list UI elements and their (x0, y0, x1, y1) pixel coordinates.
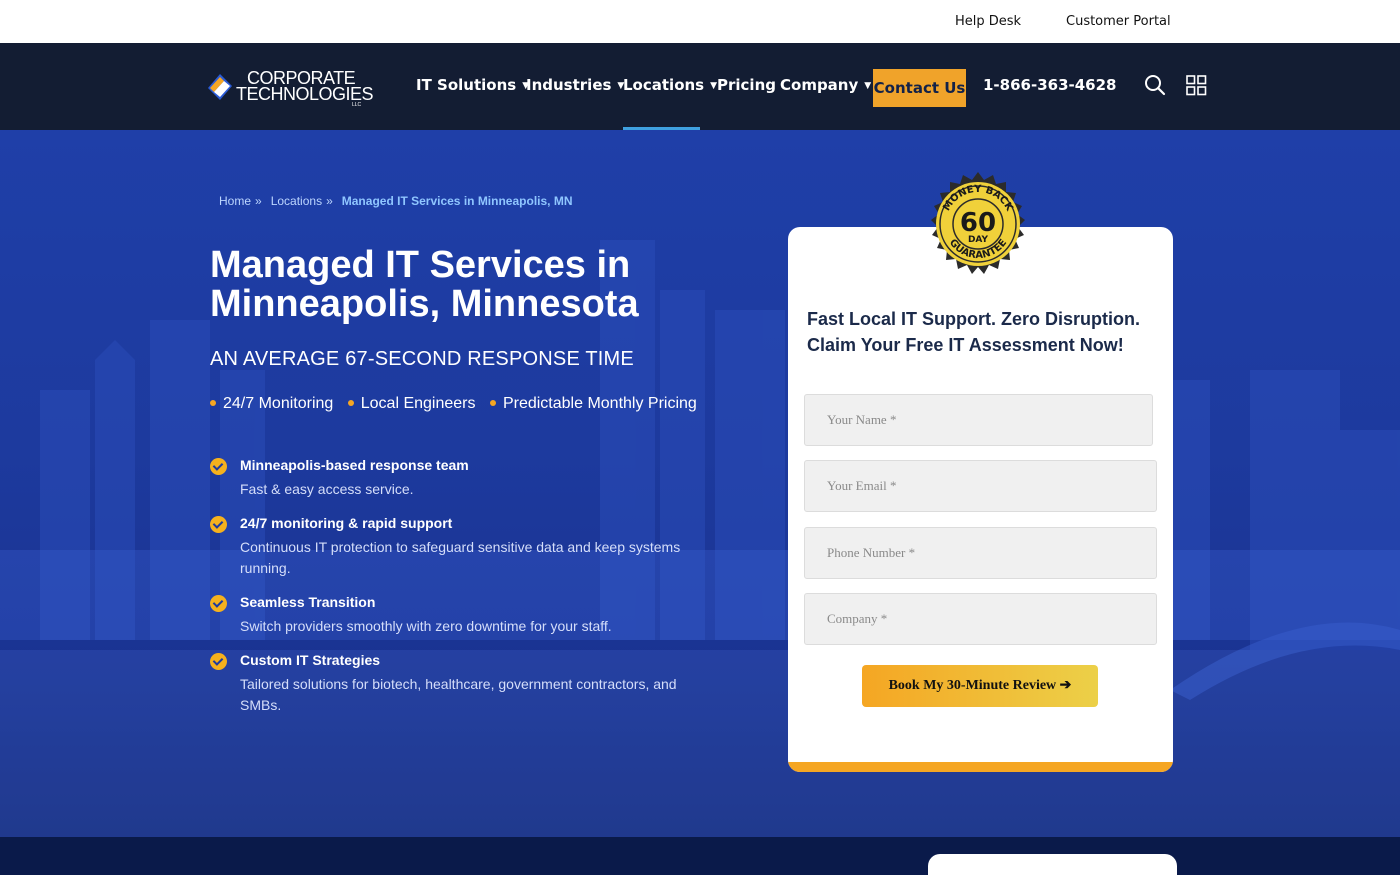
breadcrumb-locations[interactable]: Locations (271, 194, 322, 208)
phone-field[interactable] (804, 527, 1157, 579)
checkmark-icon (210, 595, 227, 612)
nav-item-it-solutions[interactable]: IT Solutions ▼ (416, 76, 529, 94)
breadcrumb-home[interactable]: Home (219, 194, 251, 208)
bullet-text: 24/7 Monitoring (223, 395, 334, 412)
checkmark-icon (210, 653, 227, 670)
breadcrumb-separator: » (255, 194, 262, 208)
logo-mark-icon (208, 74, 232, 100)
badge-day: DAY (968, 235, 989, 245)
search-icon[interactable] (1144, 74, 1166, 96)
feature-description: Continuous IT protection to safeguard se… (240, 539, 681, 576)
feature-description: Tailored solutions for biotech, healthca… (240, 676, 677, 713)
nav-item-industries[interactable]: Industries ▼ (526, 76, 624, 94)
caret-down-icon: ▼ (710, 81, 718, 91)
caret-down-icon: ▼ (864, 81, 872, 91)
nav-item-label: Pricing (717, 76, 776, 94)
form-title-line-2: Claim Your Free IT Assessment Now! (807, 335, 1124, 355)
book-review-button[interactable]: Book My 30-Minute Review ➔ (862, 665, 1098, 707)
company-logo[interactable]: CORPORATE TECHNOLOGIES LLC (204, 69, 374, 110)
feature-title: 24/7 monitoring & rapid support (240, 515, 453, 531)
feature-title: Minneapolis-based response team (240, 457, 469, 473)
assessment-form-card: Fast Local IT Support. Zero Disruption. … (788, 227, 1173, 772)
feature-description: Fast & easy access service. (240, 481, 414, 497)
money-back-guarantee-badge: MONEY BACK GUARANTEE 60 DAY (931, 172, 1025, 274)
utility-bar: Help Desk Customer Portal (0, 0, 1400, 43)
form-title: Fast Local IT Support. Zero Disruption. … (807, 306, 1157, 358)
customer-portal-link[interactable]: Customer Portal (1066, 14, 1171, 29)
hero-subtitle: AN AVERAGE 67-SECOND RESPONSE TIME (210, 348, 634, 370)
nav-item-pricing[interactable]: Pricing (717, 76, 776, 94)
company-field[interactable] (804, 593, 1157, 645)
nav-item-label: IT Solutions (416, 76, 517, 94)
card-accent-bar (788, 762, 1173, 772)
breadcrumb-separator: » (326, 194, 333, 208)
main-nav: CORPORATE TECHNOLOGIES LLC IT Solutions ▼… (0, 43, 1400, 130)
feature-item: Seamless Transition Switch providers smo… (210, 593, 690, 637)
nav-item-locations[interactable]: Locations ▼ (623, 76, 717, 94)
phone-number-link[interactable]: 1-866-363-4628 (983, 76, 1116, 94)
next-section-card (928, 854, 1177, 875)
checkmark-icon (210, 516, 227, 533)
form-title-line-1: Fast Local IT Support. Zero Disruption. (807, 309, 1141, 329)
feature-title: Seamless Transition (240, 594, 376, 610)
name-field[interactable] (804, 394, 1153, 446)
bullet-dot-icon (489, 400, 496, 406)
feature-item: 24/7 monitoring & rapid support Continuo… (210, 514, 690, 579)
feature-item: Minneapolis-based response team Fast & e… (210, 456, 690, 500)
bullet-item: Predictable Monthly Pricing (489, 395, 697, 413)
nav-item-label: Locations (623, 76, 705, 94)
badge-number: 60 (960, 208, 996, 238)
next-section (0, 837, 1400, 875)
bullet-item: Local Engineers (347, 395, 476, 413)
nav-item-company[interactable]: Company ▼ (780, 76, 871, 94)
bullet-dot-icon (210, 400, 216, 406)
contact-us-button[interactable]: Contact Us (873, 69, 966, 107)
nav-item-label: Company (780, 76, 859, 94)
bullet-dot-icon (347, 400, 354, 406)
feature-list: Minneapolis-based response team Fast & e… (210, 456, 690, 730)
checkmark-icon (210, 458, 227, 475)
logo-line-2: TECHNOLOGIES (236, 84, 374, 104)
page-title: Managed IT Services in Minneapolis, Minn… (210, 246, 730, 324)
hero-bullets: 24/7 Monitoring Local Engineers Predicta… (210, 395, 707, 413)
breadcrumb: Home » Locations » Managed IT Services in Mi… (219, 194, 576, 208)
logo-text: CORPORATE TECHNOLOGIES (236, 69, 374, 104)
grid-menu-icon[interactable] (1186, 75, 1207, 96)
email-field[interactable] (804, 460, 1157, 512)
feature-title: Custom IT Strategies (240, 652, 381, 668)
feature-description: Switch providers smoothly with zero down… (240, 618, 612, 634)
bullet-text: Local Engineers (360, 395, 476, 412)
bullet-text: Predictable Monthly Pricing (502, 395, 697, 412)
feature-item: Custom IT Strategies Tailored solutions … (210, 651, 690, 716)
help-desk-link[interactable]: Help Desk (955, 14, 1021, 29)
nav-item-label: Industries (526, 76, 612, 94)
page-title-line-2: Minneapolis, Minnesota (210, 283, 639, 325)
hero-section: Home » Locations » Managed IT Services in Mi… (0, 130, 1400, 837)
breadcrumb-current: Managed IT Services in Minneapolis, MN (341, 194, 573, 208)
page-title-line-1: Managed IT Services in (210, 244, 631, 286)
bullet-item: 24/7 Monitoring (210, 395, 333, 413)
logo-llc: LLC (352, 102, 362, 108)
